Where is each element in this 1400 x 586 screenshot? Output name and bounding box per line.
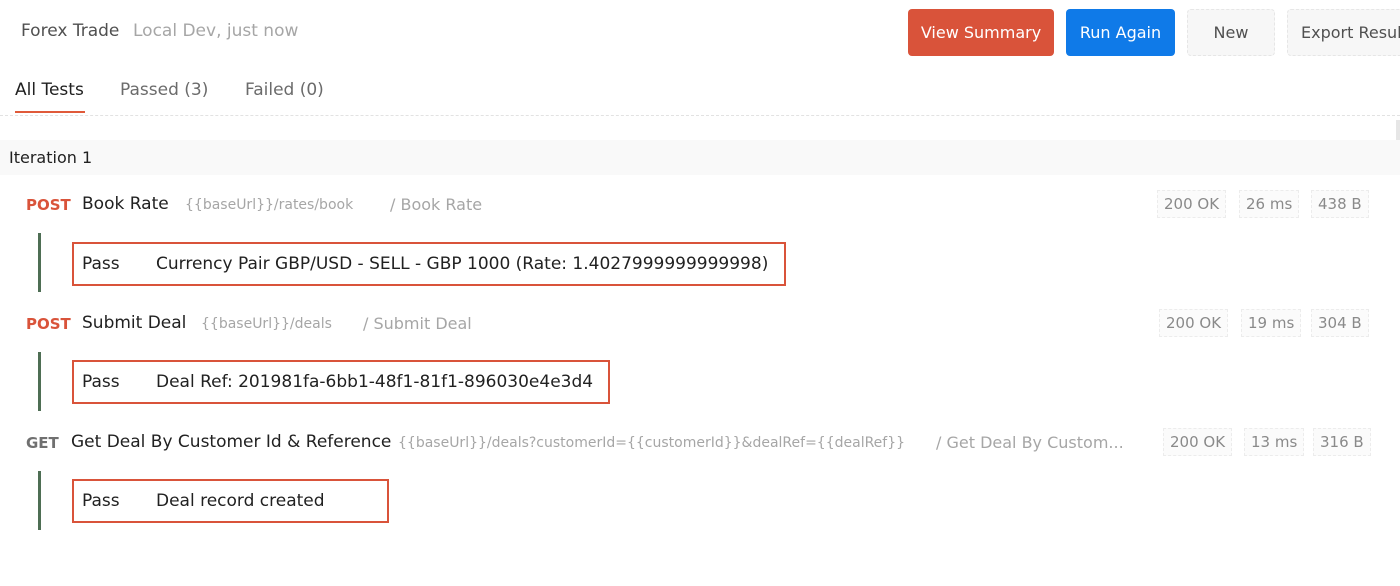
- method-badge: GET: [26, 434, 59, 452]
- response-time: 13 ms: [1244, 428, 1305, 456]
- status-badge: 200 OK: [1157, 190, 1227, 218]
- status-badge: 200 OK: [1163, 428, 1233, 456]
- test-result-bar: [38, 233, 41, 292]
- export-results-button[interactable]: Export Resul: [1287, 9, 1400, 56]
- status-badge: 200 OK: [1159, 309, 1229, 337]
- iteration-header[interactable]: Iteration 1: [0, 140, 1400, 175]
- new-button[interactable]: New: [1187, 9, 1275, 56]
- test-message: Currency Pair GBP/USD - SELL - GBP 1000 …: [156, 254, 769, 274]
- test-result-box: Pass Deal Ref: 201981fa-6bb1-48f1-81f1-8…: [72, 360, 610, 404]
- method-badge: POST: [26, 315, 71, 333]
- test-result-bar: [38, 352, 41, 411]
- method-badge: POST: [26, 196, 71, 214]
- request-url: {{baseUrl}}/deals: [201, 316, 332, 332]
- request-name[interactable]: Book Rate: [82, 194, 169, 214]
- run-environment-time: Local Dev, just now: [133, 21, 299, 41]
- test-status: Pass: [82, 254, 120, 274]
- request-folder-path: / Book Rate: [390, 195, 483, 214]
- run-again-button[interactable]: Run Again: [1066, 9, 1175, 56]
- request-folder-path: / Submit Deal: [363, 314, 472, 333]
- tab-passed[interactable]: Passed (3): [120, 80, 208, 100]
- request-name[interactable]: Submit Deal: [82, 313, 186, 333]
- active-tab-indicator: [15, 111, 85, 113]
- test-status: Pass: [82, 491, 120, 511]
- response-size: 438 B: [1311, 190, 1369, 218]
- tabs-divider: [0, 115, 1400, 116]
- test-result-box: Pass Deal record created: [72, 479, 389, 523]
- response-size: 304 B: [1311, 309, 1369, 337]
- request-url: {{baseUrl}}/deals?customerId={{customerI…: [398, 435, 906, 451]
- tab-failed[interactable]: Failed (0): [245, 80, 324, 100]
- test-message: Deal Ref: 201981fa-6bb1-48f1-81f1-896030…: [156, 372, 594, 392]
- request-url: {{baseUrl}}/rates/book: [185, 197, 354, 213]
- view-summary-button[interactable]: View Summary: [908, 9, 1054, 56]
- response-size: 316 B: [1313, 428, 1371, 456]
- test-message: Deal record created: [156, 491, 325, 511]
- test-result-bar: [38, 471, 41, 530]
- test-status: Pass: [82, 372, 120, 392]
- collection-title: Forex Trade: [21, 21, 120, 41]
- iteration-label: Iteration 1: [9, 148, 93, 167]
- tab-all-tests[interactable]: All Tests: [15, 80, 84, 100]
- request-folder-path: / Get Deal By Custom...: [936, 433, 1124, 452]
- response-time: 19 ms: [1241, 309, 1302, 337]
- response-time: 26 ms: [1239, 190, 1300, 218]
- request-name[interactable]: Get Deal By Customer Id & Reference: [71, 432, 391, 452]
- test-result-box: Pass Currency Pair GBP/USD - SELL - GBP …: [72, 242, 786, 286]
